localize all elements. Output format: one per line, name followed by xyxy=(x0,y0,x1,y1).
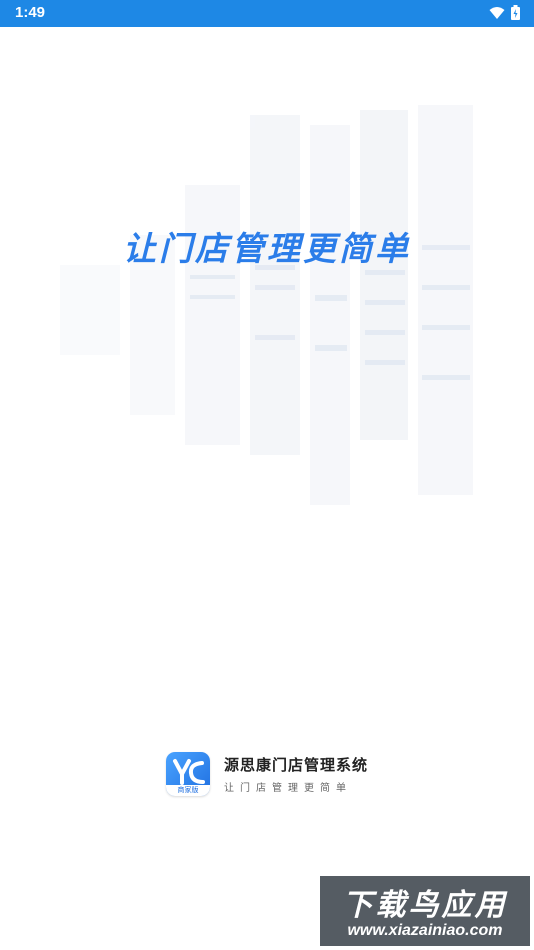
status-bar: 1:49 xyxy=(0,0,534,27)
splash-tagline: 让门店管理更简单 xyxy=(123,229,411,268)
app-icon-badge: 商家版 xyxy=(166,785,210,796)
wifi-icon xyxy=(489,6,505,19)
brand-text: 源思康门店管理系统 让门店管理更简单 xyxy=(224,754,368,794)
battery-icon xyxy=(511,5,520,20)
watermark-url: www.xiazainiao.com xyxy=(347,922,503,939)
background-columns-illustration xyxy=(60,105,473,505)
app-logo-icon: 商家版 xyxy=(166,752,210,796)
app-name: 源思康门店管理系统 xyxy=(224,756,369,774)
watermark-badge: 下载鸟应用 www.xiazainiao.com xyxy=(320,876,530,946)
brand-block: 商家版 源思康门店管理系统 让门店管理更简单 xyxy=(166,752,368,796)
status-icons xyxy=(489,5,520,20)
app-slogan: 让门店管理更简单 xyxy=(224,783,352,794)
status-time: 1:49 xyxy=(15,4,46,21)
watermark-title: 下载鸟应用 xyxy=(342,888,508,923)
